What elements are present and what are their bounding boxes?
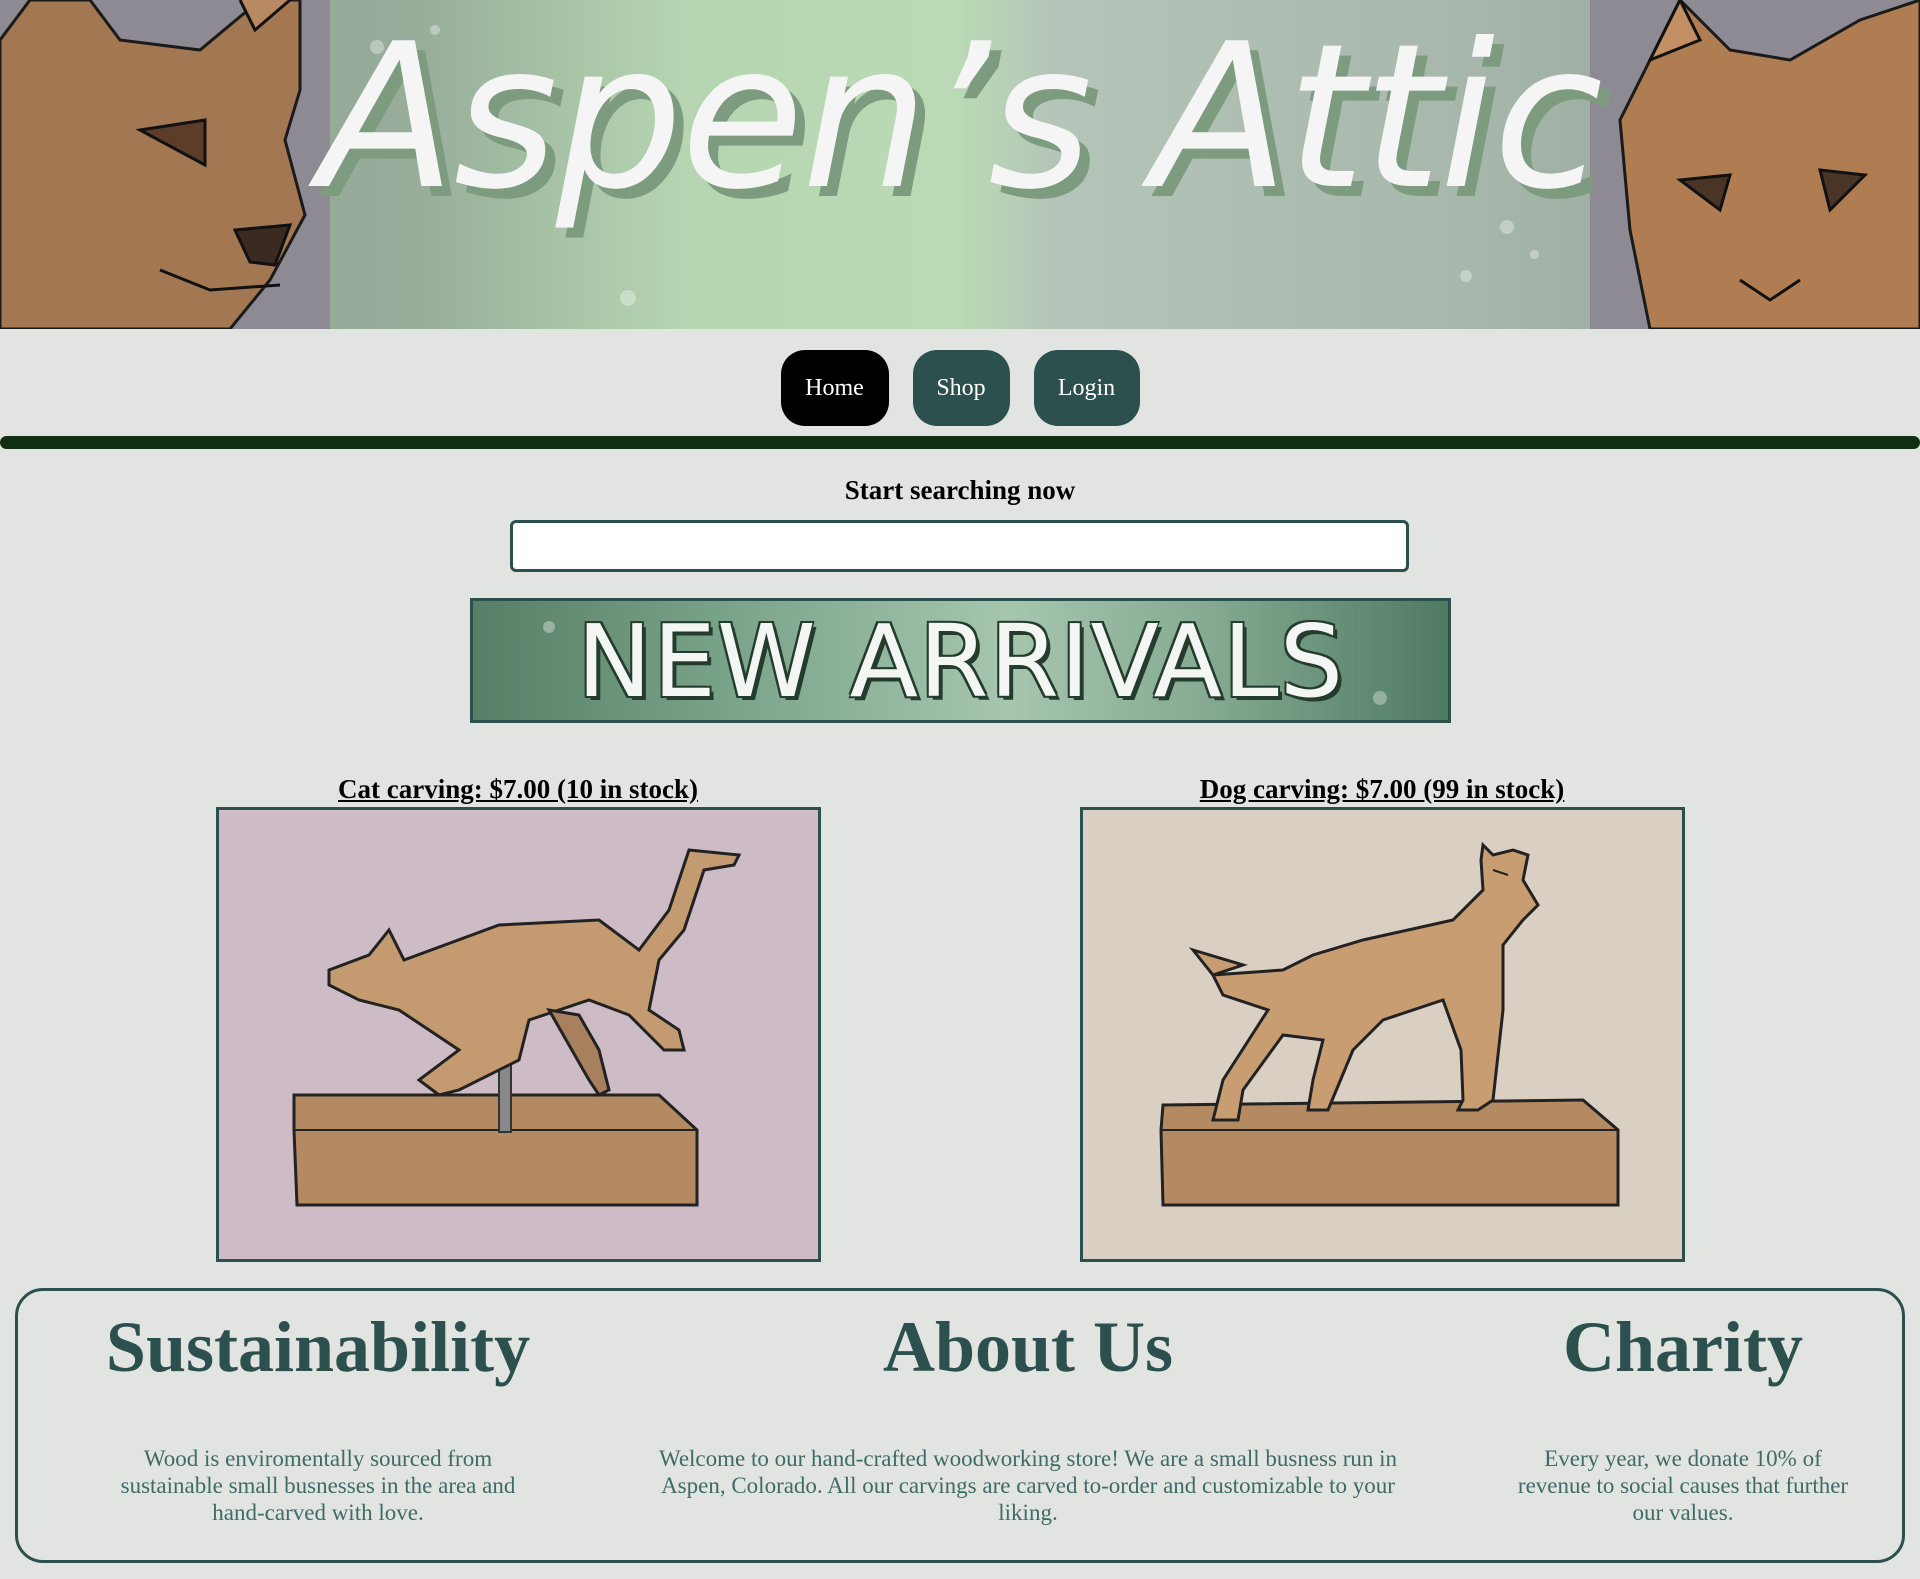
cat-carving-image[interactable] — [216, 807, 821, 1262]
cat-carving-link[interactable]: Cat carving: $7.00 (10 in stock) — [216, 774, 820, 805]
sustainability-text: Wood is enviromentally sourced from sust… — [120, 1446, 516, 1525]
site-banner: Aspen’s Attic — [0, 0, 1920, 329]
nav-home-button[interactable]: Home — [780, 350, 889, 426]
charity-text: Every year, we donate 10% of revenue to … — [1517, 1446, 1849, 1525]
header-divider — [0, 436, 1920, 449]
cat-carving-illustration — [292, 848, 742, 1207]
about-text: Welcome to our hand-crafted woodworking … — [658, 1446, 1398, 1525]
sustainability-heading: Sustainability — [105, 1307, 531, 1387]
about-section: About Us Welcome to our hand-crafted woo… — [643, 1291, 1413, 1525]
search-label: Start searching now — [844, 475, 1076, 505]
site-title: Aspen’s Attic — [318, 1, 1603, 234]
charity-section: Charity Every year, we donate 10% of rev… — [1468, 1291, 1898, 1525]
nav-login-button[interactable]: Login — [1033, 350, 1140, 426]
charity-heading: Charity — [1563, 1307, 1803, 1387]
about-heading: About Us — [882, 1307, 1174, 1387]
nav-shop-button[interactable]: Shop — [912, 350, 1010, 426]
main-nav: Home Shop Login — [0, 350, 1920, 426]
dog-carving-link[interactable]: Dog carving: $7.00 (99 in stock) — [1080, 774, 1684, 805]
new-arrivals-heading: NEW ARRIVALS — [576, 603, 1345, 720]
new-arrivals-banner: NEW ARRIVALS — [470, 598, 1451, 723]
info-panel: Sustainability Wood is enviromentally so… — [15, 1288, 1905, 1563]
search-input[interactable] — [510, 520, 1409, 572]
dog-carving-image[interactable] — [1080, 807, 1685, 1262]
sustainability-section: Sustainability Wood is enviromentally so… — [93, 1291, 543, 1525]
dog-carving-illustration — [1159, 841, 1620, 1207]
